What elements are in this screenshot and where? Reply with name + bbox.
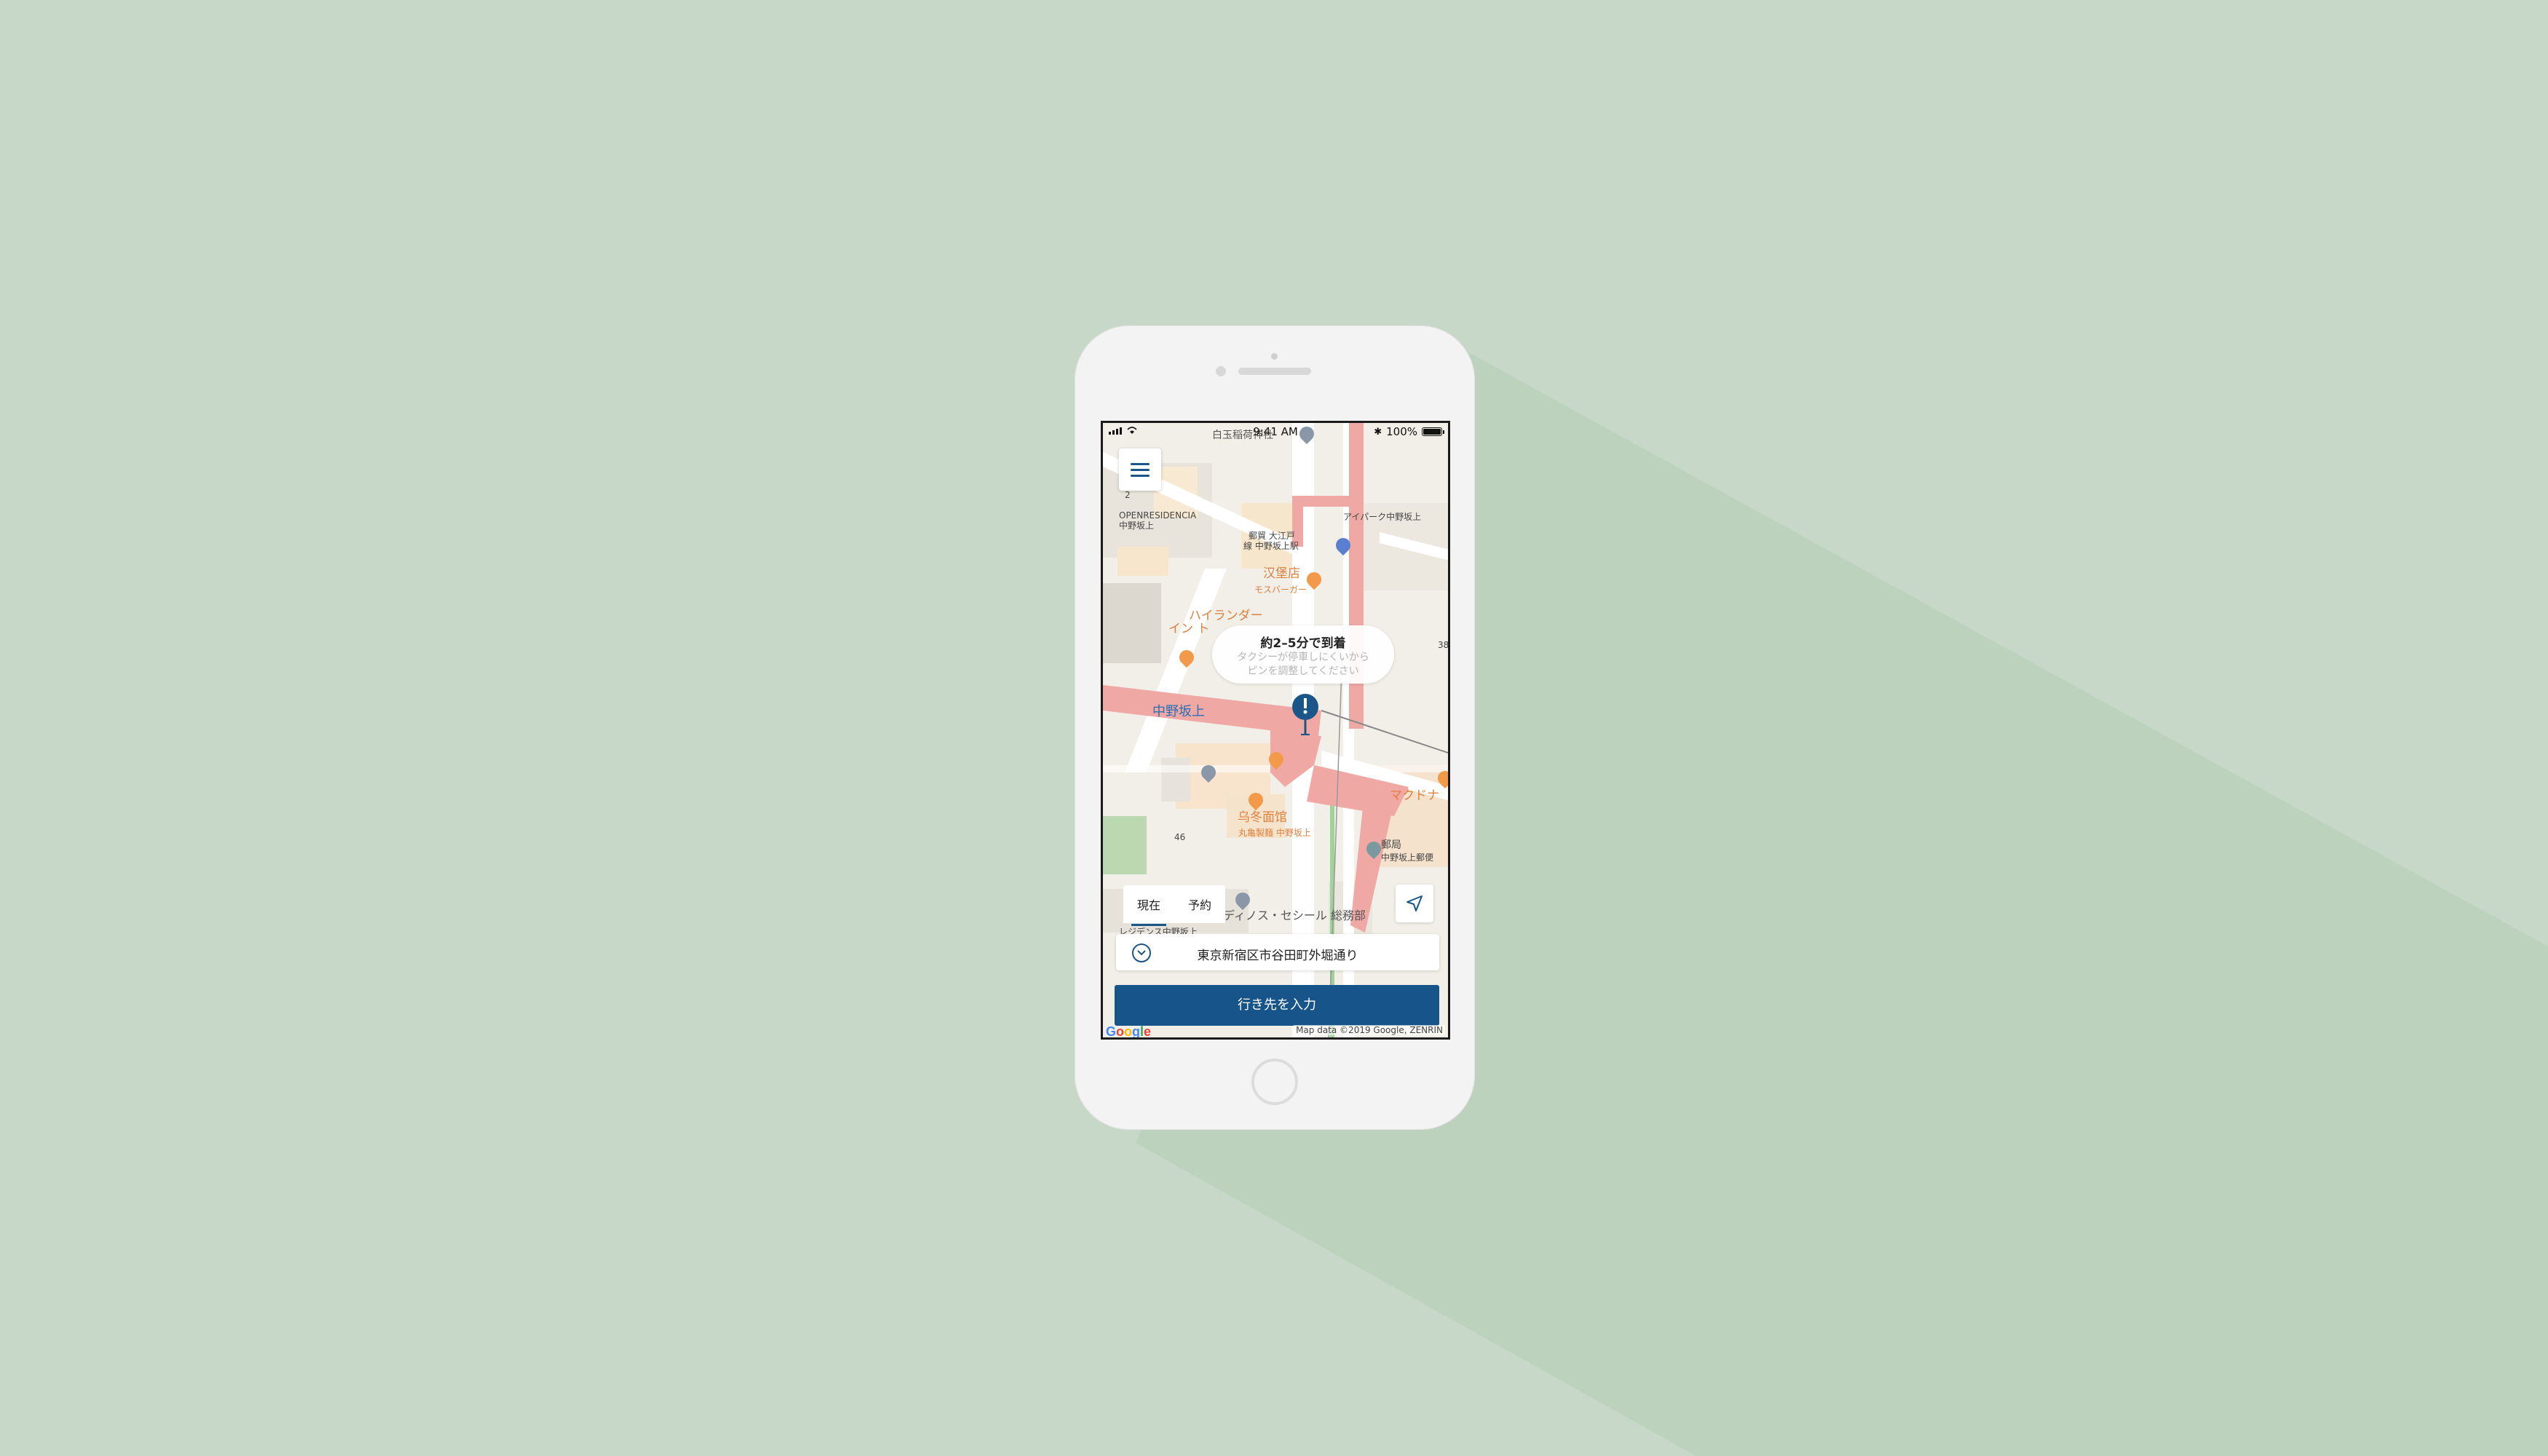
map-label-udon-sub: 丸亀製麺 中野坂上	[1238, 828, 1311, 838]
bluetooth-icon: ✱	[1374, 426, 1382, 438]
map-label-openresidencia-sub: 中野坂上	[1119, 521, 1155, 531]
map-label-yubin-sub: 線 中野坂上駅	[1243, 541, 1299, 551]
map-label-openresidencia: OPENRESIDENCIA	[1119, 510, 1197, 521]
tab-reserve[interactable]: 予約	[1185, 891, 1214, 917]
hamburger-line	[1131, 468, 1150, 471]
status-bar: 9:41 AM ✱ 100%	[1103, 423, 1448, 439]
enter-destination-button[interactable]: 行き先を入力	[1115, 985, 1439, 1026]
time-tabs: 現在 予約	[1123, 885, 1225, 926]
pickup-pin-icon[interactable]	[1291, 692, 1320, 737]
eta-bubble: 約2–5分で到着 タクシーが停車しにくいから ピンを調整してください	[1212, 625, 1394, 684]
map-label-46: 46	[1174, 832, 1186, 842]
google-logo: Google	[1106, 1024, 1152, 1039]
map-label-2: 2	[1125, 490, 1131, 500]
pickup-address-bar[interactable]: 東京新宿区市谷田町外堀通り	[1116, 934, 1439, 970]
map-label-mos: モスバーガー	[1254, 585, 1307, 595]
front-camera	[1271, 353, 1278, 360]
home-button[interactable]	[1251, 1059, 1298, 1105]
map-label-sealnote: ディノス・セシール 総務部	[1223, 909, 1366, 922]
app-screen: 白玉稲荷神社 OPENRESIDENCIA 中野坂上 郵貿 大江戸 線 中野坂上…	[1101, 421, 1450, 1040]
eta-subtitle-2: ピンを調整してください	[1247, 665, 1359, 677]
current-location-button[interactable]	[1396, 885, 1433, 922]
map-label-post: 郵局	[1381, 839, 1401, 851]
map-label-highlander: ハイランダー	[1189, 609, 1263, 623]
map-label-udon: 乌冬面馆	[1238, 810, 1287, 825]
map-label-yubin: 郵貿 大江戸	[1249, 531, 1295, 541]
map-label-post-sub: 中野坂上郵便	[1381, 852, 1434, 863]
eta-subtitle: タクシーが停車しにくいから	[1237, 652, 1369, 663]
map-label-38: 38	[1438, 640, 1449, 650]
menu-button[interactable]	[1119, 448, 1161, 491]
eta-title: 約2–5分で到着	[1260, 636, 1346, 651]
earpiece-speaker	[1238, 368, 1311, 375]
map-label-mac: マクドナ	[1390, 788, 1439, 803]
hamburger-menu-icon	[1131, 462, 1150, 465]
battery-percent: 100%	[1386, 425, 1417, 438]
map-credit[interactable]: Map data ©2019 Google, ZENRIN	[1294, 1025, 1445, 1035]
hamburger-line	[1131, 474, 1150, 477]
pickup-address-text: 東京新宿区市谷田町外堀通り	[1197, 949, 1358, 963]
map-label-station: 中野坂上	[1152, 704, 1205, 719]
proximity-sensor	[1216, 366, 1226, 376]
map-label-hanbao: 汉堡店	[1263, 566, 1300, 581]
battery-icon	[1422, 427, 1444, 436]
map-label-apark: アイパーク中野坂上	[1343, 512, 1422, 522]
navigation-arrow-icon	[1406, 895, 1423, 911]
tab-now[interactable]: 現在	[1131, 891, 1167, 926]
map-label-highlander-sub: イン ト	[1168, 622, 1210, 636]
